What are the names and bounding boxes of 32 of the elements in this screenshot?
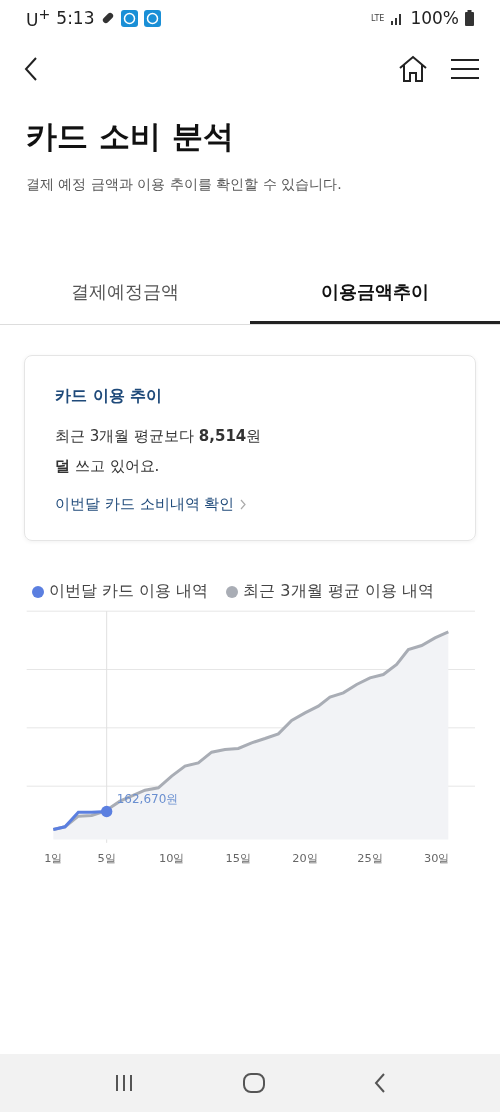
menu-button[interactable] (450, 58, 480, 80)
back-button[interactable] (24, 56, 38, 82)
app-notification-icon (143, 9, 161, 27)
battery-icon (465, 10, 474, 26)
carrier-label: U$^{+}$ (26, 6, 51, 30)
axis-label: 1일 (44, 851, 63, 866)
app-notification-icon (120, 9, 138, 27)
value-label: 162,670원 (116, 791, 179, 806)
spending-details-link[interactable]: 이번달 카드 소비내역 확인 (55, 495, 247, 514)
home-button[interactable] (398, 55, 428, 83)
clock: 5:13 (56, 8, 95, 28)
axis-label: 20일 (292, 851, 318, 866)
axis-label: 5일 (97, 851, 116, 866)
page-title: 카드 소비 분석 (26, 117, 235, 156)
axis-label: 10일 (158, 851, 185, 866)
home-nav-button[interactable] (243, 1073, 265, 1093)
page-subtitle: 결제 예정 금액과 이용 추이를 확인할 수 있습니다. (26, 176, 343, 194)
legend-label: 최근 3개월 평균 이용 내역 (243, 581, 434, 602)
tab[interactable]: 이용금액추이 (250, 262, 500, 324)
network-label: LTE (371, 13, 385, 23)
chevron-right-icon (240, 499, 247, 510)
summary-message: 최근 3개월 평균보다 8,514원 덜 쓰고 있어요. (55, 426, 262, 477)
axis-label: 15일 (225, 851, 252, 866)
current-month-line (53, 805, 113, 831)
back-nav-button[interactable] (373, 1073, 386, 1093)
recent-apps-button[interactable] (114, 1074, 135, 1092)
axis-label: 25일 (357, 851, 383, 866)
card-title: 카드 이용 추이 (55, 386, 163, 407)
legend-label: 이번달 카드 이용 내역 (49, 581, 209, 602)
battery-level: 100% (410, 8, 459, 28)
tab[interactable]: 결제예정금액 (0, 262, 250, 324)
axis-label: 30일 (423, 851, 450, 866)
